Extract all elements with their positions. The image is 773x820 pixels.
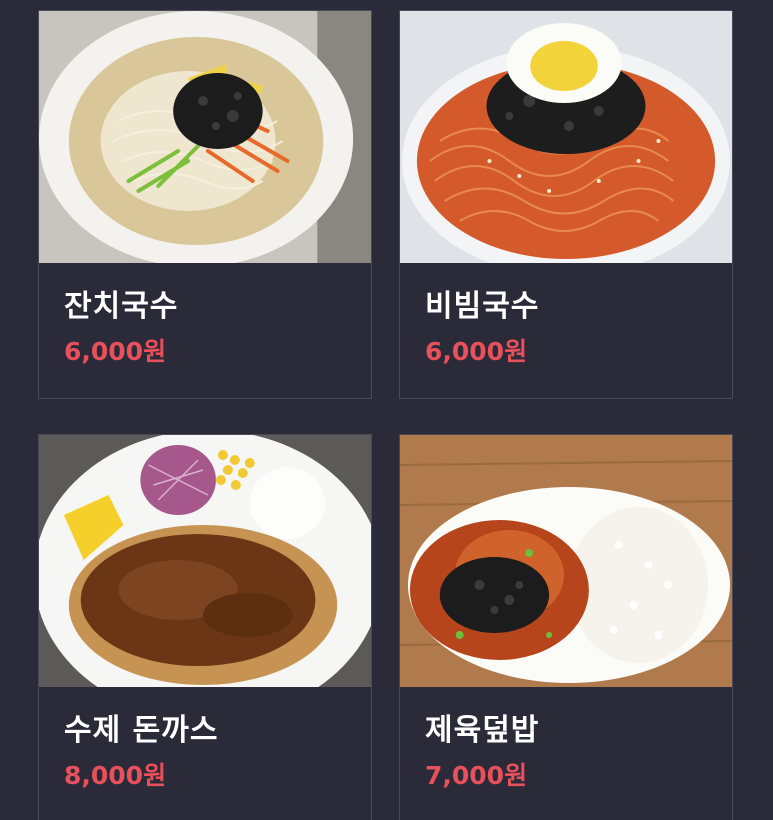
donkatsu-photo: [39, 435, 371, 687]
menu-card-donkatsu[interactable]: 수제 돈까스 8,000원: [38, 434, 372, 820]
menu-item-price: 6,000원: [64, 337, 167, 366]
bibim-guksu-photo: [400, 11, 732, 263]
menu-card-bibim-guksu[interactable]: 비빔국수 6,000원: [399, 10, 733, 399]
jeyuk-deopbap-photo: [400, 435, 732, 687]
menu-item-price: 7,000원: [425, 761, 528, 790]
menu-item-name: 잔치국수: [64, 289, 179, 324]
janchi-guksu-photo: [39, 11, 371, 263]
menu-card-jeyuk-deopbap[interactable]: 제육덮밥 7,000원: [399, 434, 733, 820]
menu-card-janchi-guksu[interactable]: 잔치국수 6,000원: [38, 10, 372, 399]
menu-item-price: 8,000원: [64, 761, 167, 790]
menu-item-name: 비빔국수: [425, 289, 540, 324]
menu-item-price: 6,000원: [425, 337, 528, 366]
menu-item-name: 제육덮밥: [425, 713, 540, 748]
menu-grid: 잔치국수 6,000원 비빔국수 6,000원 수제 돈까스 8,000원 제육…: [0, 0, 773, 820]
menu-item-name: 수제 돈까스: [64, 713, 219, 748]
